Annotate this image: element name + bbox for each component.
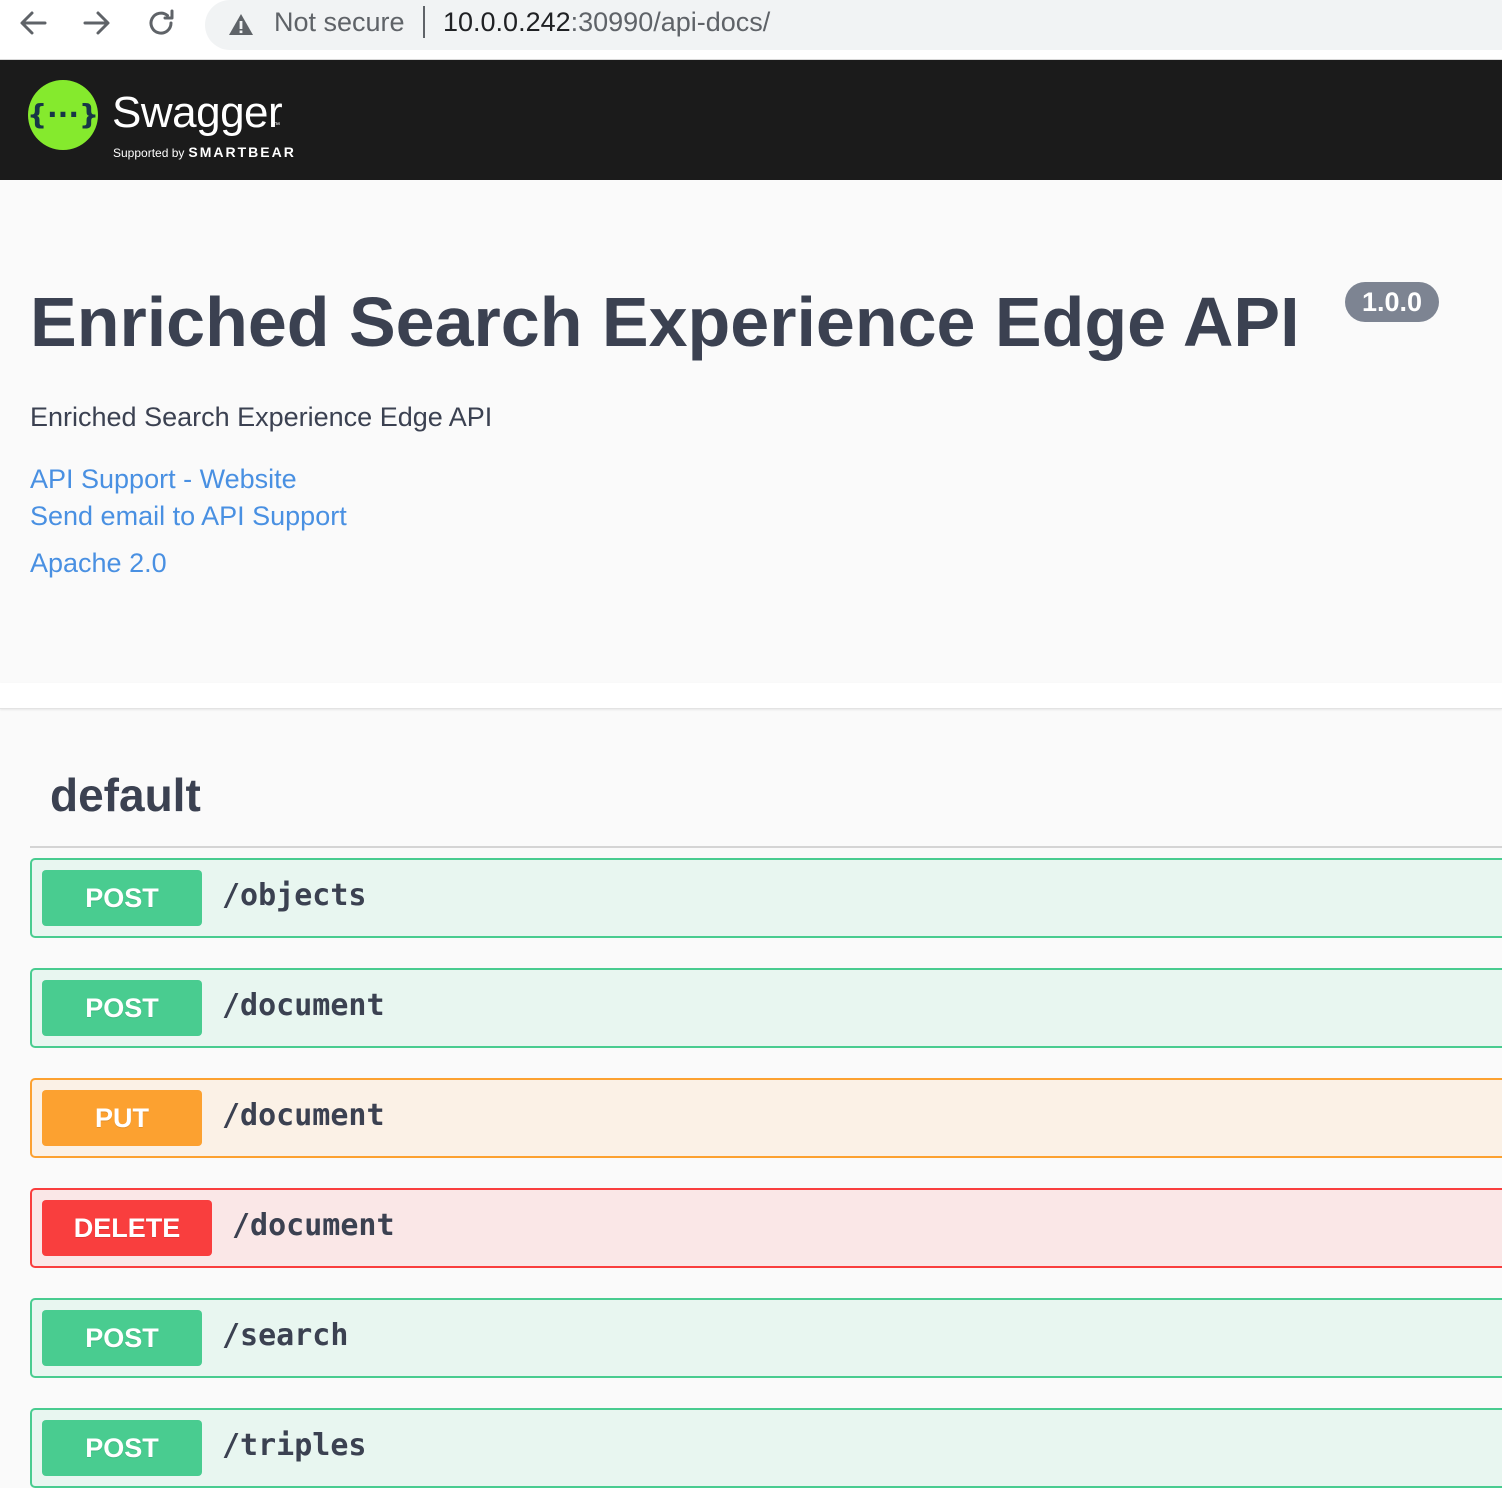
brand-tagline: Supported by SMARTBEAR bbox=[113, 144, 296, 162]
method-badge: POST bbox=[42, 1420, 202, 1476]
operation-path: /triples bbox=[222, 1428, 367, 1463]
version-badge: 1.0.0 bbox=[1345, 282, 1439, 322]
operation-post-triples[interactable]: POST /triples bbox=[30, 1408, 1502, 1488]
method-badge: PUT bbox=[42, 1090, 202, 1146]
operation-path: /search bbox=[222, 1318, 349, 1353]
method-badge: POST bbox=[42, 1310, 202, 1366]
url-host: 10.0.0.242 bbox=[443, 7, 571, 37]
operation-post-objects[interactable]: POST /objects bbox=[30, 858, 1502, 938]
method-badge: POST bbox=[42, 980, 202, 1036]
url-path: :30990/api-docs/ bbox=[570, 7, 771, 37]
trademark-mark: ™ bbox=[273, 122, 280, 129]
operation-post-search[interactable]: POST /search bbox=[30, 1298, 1502, 1378]
support-email-link[interactable]: Send email to API Support bbox=[30, 501, 347, 532]
reload-icon bbox=[149, 9, 174, 35]
operation-path: /document bbox=[222, 1098, 385, 1133]
security-status-label[interactable]: Not secure bbox=[274, 7, 405, 38]
url-text[interactable]: 10.0.0.242:30990/api-docs/ bbox=[443, 7, 770, 38]
operation-path: /document bbox=[232, 1208, 395, 1243]
forward-arrow-icon bbox=[83, 11, 110, 35]
operation-delete-document[interactable]: DELETE /document bbox=[30, 1188, 1502, 1268]
api-description: Enriched Search Experience Edge API bbox=[30, 402, 493, 432]
method-badge: DELETE bbox=[42, 1200, 212, 1256]
swagger-topbar: {···} Swagger ™ Supported by SMARTBEAR bbox=[0, 60, 1502, 180]
operation-post-document[interactable]: POST /document bbox=[30, 968, 1502, 1048]
address-bar[interactable]: Not secure 10.0.0.242:30990/api-docs/ bbox=[205, 0, 1502, 50]
back-button[interactable] bbox=[14, 4, 52, 42]
operation-path: /document bbox=[222, 988, 385, 1023]
api-title: Enriched Search Experience Edge API bbox=[30, 283, 1300, 361]
method-badge: POST bbox=[42, 870, 202, 926]
forward-button[interactable] bbox=[78, 4, 116, 42]
tag-name: default bbox=[50, 769, 201, 821]
license-link[interactable]: Apache 2.0 bbox=[30, 548, 167, 579]
company-name: SMARTBEAR bbox=[188, 144, 296, 160]
section-divider bbox=[0, 683, 1502, 709]
address-separator bbox=[423, 6, 425, 38]
browser-toolbar: Not secure 10.0.0.242:30990/api-docs/ bbox=[0, 0, 1502, 60]
back-arrow-icon bbox=[20, 11, 47, 35]
warning-icon[interactable] bbox=[227, 12, 255, 38]
operation-path: /objects bbox=[222, 878, 367, 913]
operation-put-document[interactable]: PUT /document bbox=[30, 1078, 1502, 1158]
brand-name: Swagger bbox=[112, 88, 283, 137]
svg-text:{···}: {···} bbox=[28, 98, 98, 131]
tag-header-default[interactable]: default bbox=[30, 768, 1502, 848]
supported-by-text: Supported by bbox=[113, 146, 185, 160]
swagger-logo-icon: {···} bbox=[28, 80, 98, 150]
support-website-link[interactable]: API Support - Website bbox=[30, 464, 297, 495]
reload-button[interactable] bbox=[142, 4, 180, 42]
